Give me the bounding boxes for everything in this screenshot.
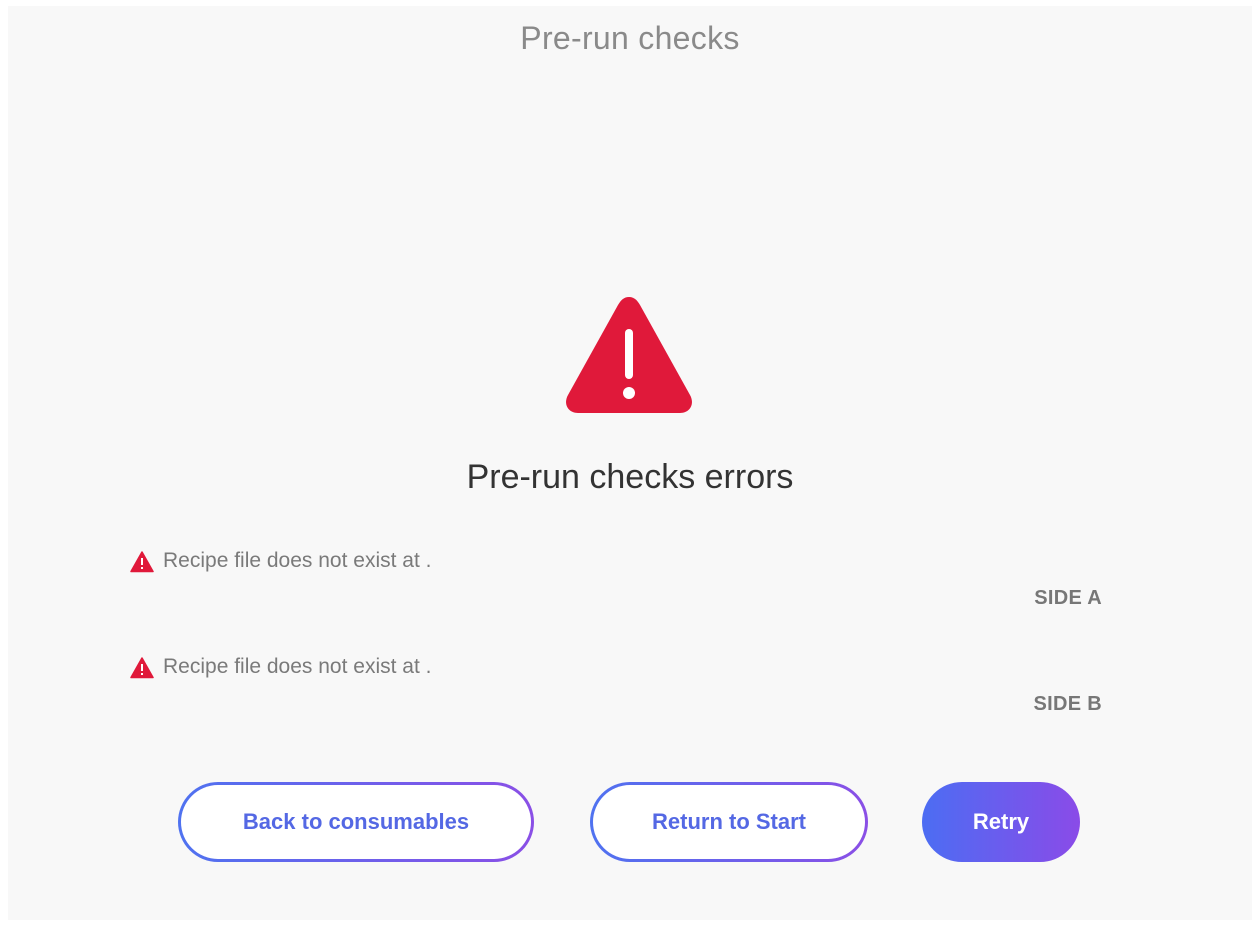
retry-button[interactable]: Retry xyxy=(922,782,1080,862)
back-to-consumables-button[interactable]: Back to consumables xyxy=(178,782,534,862)
return-to-start-button[interactable]: Return to Start xyxy=(590,782,868,862)
error-message: Recipe file does not exist at . xyxy=(163,549,432,572)
error-item-side-b: Recipe file does not exist at . SIDE B xyxy=(130,655,1110,715)
side-label: SIDE A xyxy=(1034,587,1102,609)
page-title: Pre-run checks xyxy=(520,20,740,56)
error-message: Recipe file does not exist at . xyxy=(163,655,432,678)
pre-run-checks-panel: Pre-run checks Pre-run checks errors Rec… xyxy=(8,6,1252,920)
side-label: SIDE B xyxy=(1033,693,1102,715)
error-heading: Pre-run checks errors xyxy=(466,458,794,496)
warning-triangle-icon xyxy=(130,551,154,573)
screen: Pre-run checks Pre-run checks errors Rec… xyxy=(0,0,1256,926)
error-item-side-a: Recipe file does not exist at . SIDE A xyxy=(130,549,1110,609)
warning-triangle-icon xyxy=(566,297,692,413)
warning-triangle-icon xyxy=(130,657,154,679)
